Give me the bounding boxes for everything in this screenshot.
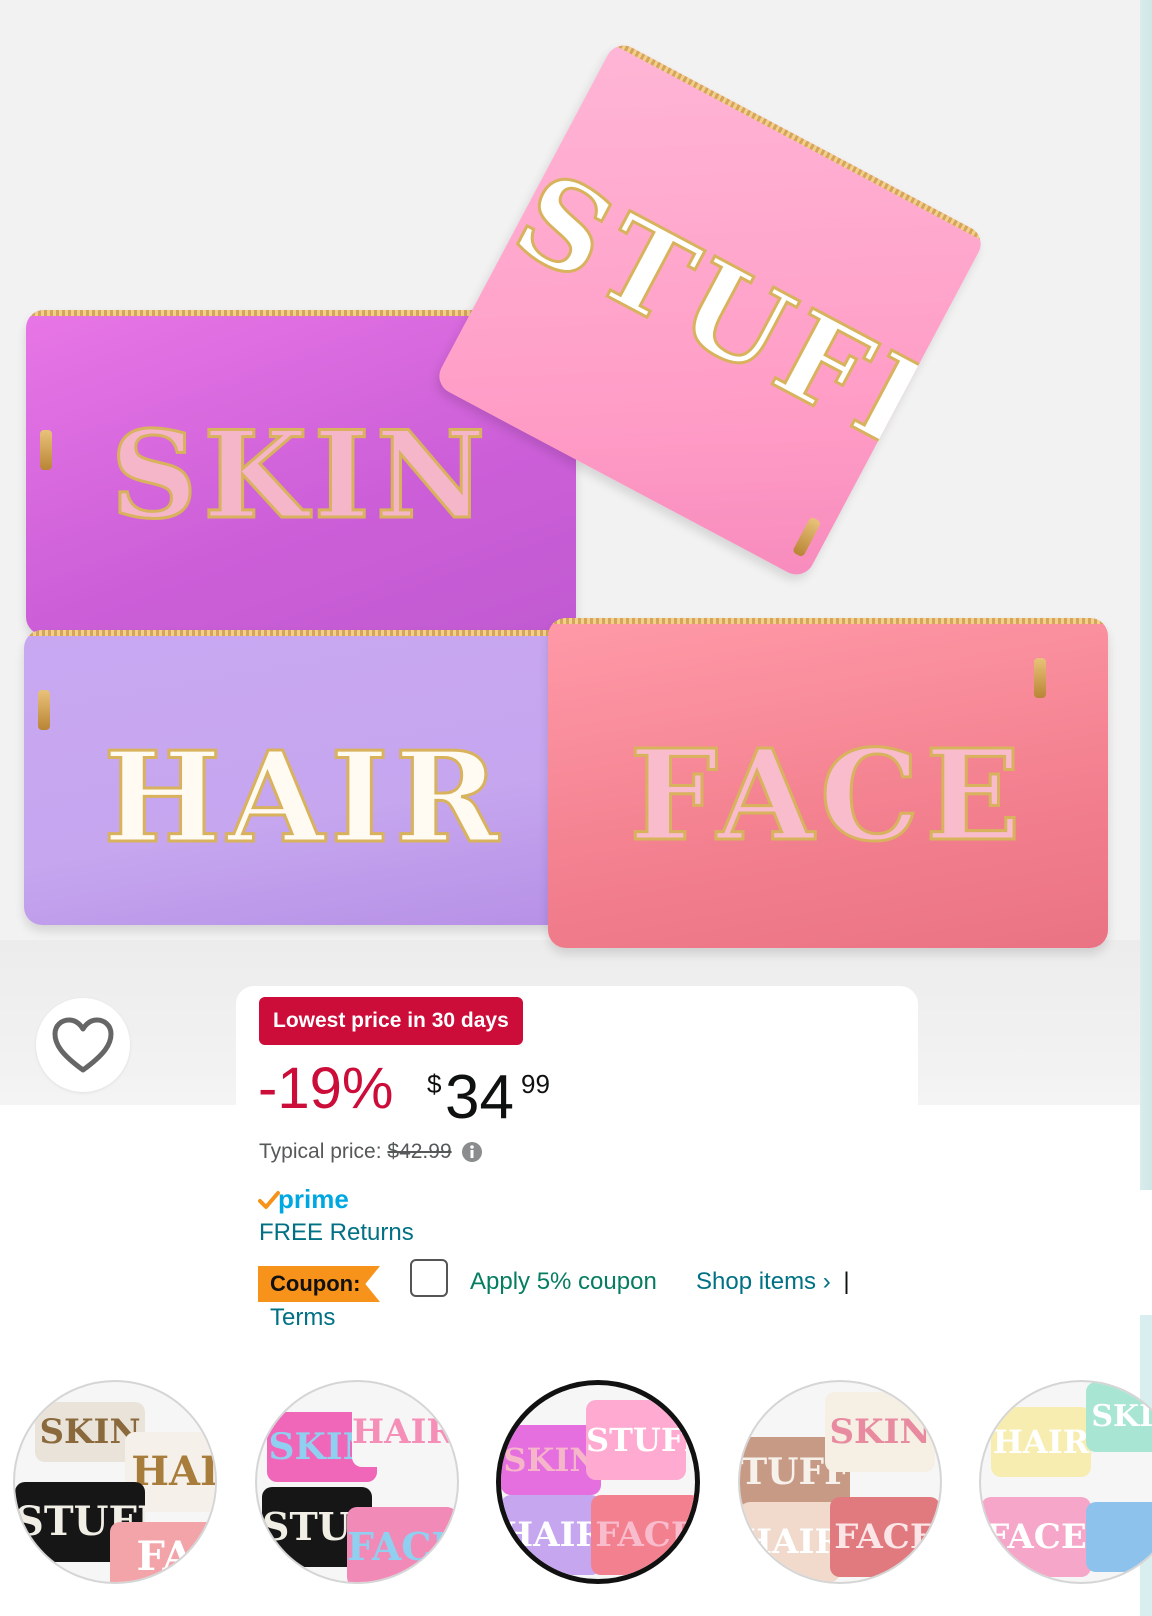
pouch-label: SKIN bbox=[109, 404, 492, 548]
thumbnail[interactable]: HAIR SKIN FACE bbox=[979, 1380, 1152, 1584]
apply-coupon-label[interactable]: Apply 5% coupon bbox=[470, 1268, 657, 1296]
thumb-text: HAIR bbox=[501, 1495, 601, 1575]
thumb-text: HAIR bbox=[740, 1502, 840, 1582]
pouch-label: HAIR bbox=[102, 724, 505, 873]
separator: | bbox=[843, 1268, 850, 1295]
heart-icon bbox=[52, 1017, 114, 1073]
thumbnail-carousel: SKIN HAI STUFF FA SKIN HAIR STUFF FACE S… bbox=[0, 1380, 1152, 1590]
coupon-terms-link[interactable]: Terms bbox=[270, 1304, 335, 1332]
thumb-text: FACE bbox=[347, 1507, 457, 1582]
thumb-text: SKIN bbox=[825, 1392, 935, 1472]
shop-items-link[interactable]: Shop items › | bbox=[696, 1268, 850, 1296]
wishlist-button[interactable] bbox=[36, 998, 130, 1092]
thumbnail[interactable]: TUFF SKIN HAIR FACE bbox=[738, 1380, 942, 1584]
prime-label: prime bbox=[278, 1184, 349, 1214]
typical-price-value: $42.99 bbox=[387, 1140, 452, 1163]
thumbnail[interactable]: SKIN HAI STUFF FA bbox=[13, 1380, 217, 1584]
prime-check-icon bbox=[258, 1191, 280, 1209]
thumb-text: FACE bbox=[981, 1497, 1091, 1577]
price-currency: $ bbox=[427, 1069, 442, 1099]
price-fraction: 99 bbox=[521, 1069, 550, 1099]
info-icon[interactable] bbox=[461, 1141, 483, 1163]
thumbnail-selected[interactable]: SKIN STUFF HAIR FACE bbox=[496, 1380, 700, 1584]
pouch-face: FACE bbox=[548, 618, 1108, 948]
coupon-tag: Coupon: bbox=[258, 1266, 380, 1302]
thumb-decor bbox=[1086, 1502, 1152, 1572]
pouch-hair: HAIR bbox=[24, 630, 584, 925]
pouch-label: FACE bbox=[628, 722, 1027, 871]
pouch-label: STUFF bbox=[493, 144, 979, 492]
adjacent-image-edge bbox=[1140, 0, 1152, 1190]
thumb-text: FACE bbox=[830, 1497, 940, 1577]
free-returns-link[interactable]: FREE Returns bbox=[259, 1219, 414, 1247]
product-image[interactable]: SKIN STUFF HAIR FACE bbox=[0, 0, 1140, 1105]
lowest-price-badge: Lowest price in 30 days bbox=[259, 997, 523, 1045]
thumb-text: FA bbox=[110, 1522, 215, 1582]
coupon-checkbox[interactable] bbox=[410, 1259, 448, 1297]
typical-price: Typical price: $42.99 bbox=[259, 1140, 483, 1164]
thumb-text: HAIR bbox=[352, 1397, 452, 1467]
shop-items-label[interactable]: Shop items › bbox=[696, 1268, 831, 1295]
coupon-row: Coupon: Apply 5% coupon Shop items › | bbox=[258, 1258, 1138, 1302]
thumb-text: HAIR bbox=[991, 1407, 1091, 1477]
price-whole: 34 bbox=[445, 1063, 514, 1132]
thumb-text: SKIN bbox=[1086, 1382, 1152, 1452]
discount-percent: -19% bbox=[258, 1056, 394, 1121]
thumbnail[interactable]: SKIN HAIR STUFF FACE bbox=[255, 1380, 459, 1584]
thumb-text: FACE bbox=[591, 1495, 695, 1575]
thumb-text: STUFF bbox=[586, 1400, 686, 1480]
typical-price-label: Typical price: bbox=[259, 1140, 382, 1163]
